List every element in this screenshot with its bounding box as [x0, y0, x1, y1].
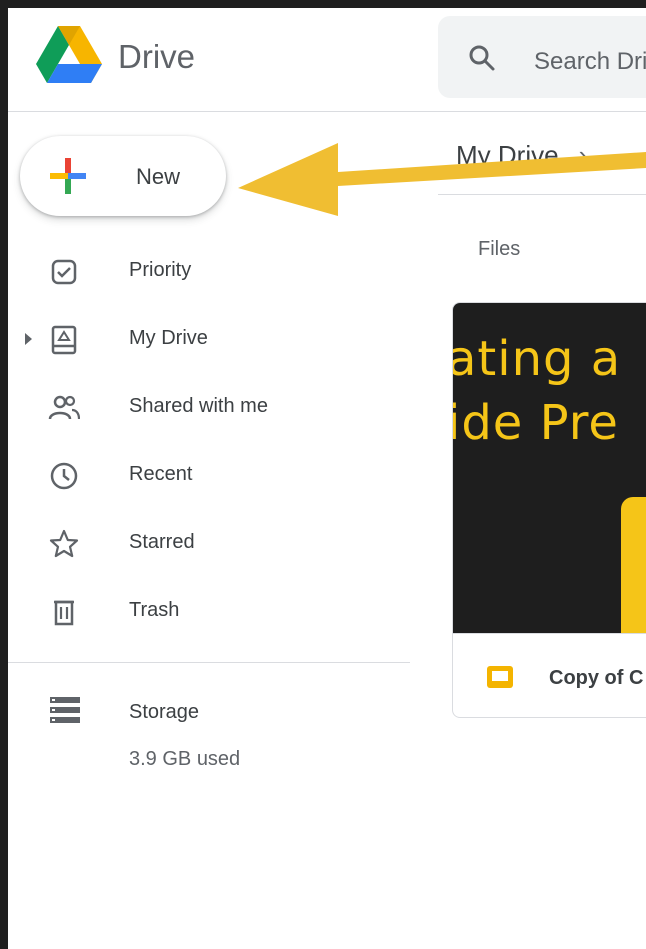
- sidebar-item-starred[interactable]: Starred: [8, 516, 428, 572]
- storage-icon: [50, 697, 80, 723]
- file-card[interactable]: ating a ide Pre Copy of C: [452, 302, 646, 718]
- sidebar-item-label: My Drive: [129, 327, 208, 349]
- trash-icon: [54, 600, 74, 626]
- expand-caret-icon[interactable]: [25, 333, 32, 345]
- search-icon[interactable]: [468, 44, 496, 72]
- storage-label[interactable]: Storage: [129, 701, 199, 724]
- breadcrumb-my-drive[interactable]: My Drive: [456, 140, 559, 170]
- my-drive-icon: [51, 325, 77, 355]
- drive-window: Drive Search Drive New Priority: [8, 8, 646, 949]
- thumbnail-text-line2: ide Pre: [453, 395, 619, 451]
- sidebar-item-label: Starred: [129, 531, 195, 553]
- thumbnail-shape: [621, 497, 646, 633]
- section-heading-files: Files: [478, 238, 521, 260]
- search-input[interactable]: Search Drive: [534, 48, 646, 76]
- clock-icon: [50, 462, 78, 490]
- new-button-label: New: [136, 164, 181, 189]
- toolbar-divider: [438, 194, 646, 195]
- plus-icon: [50, 158, 86, 194]
- file-name[interactable]: Copy of C: [549, 667, 643, 690]
- file-card-footer[interactable]: Copy of C: [453, 633, 646, 717]
- chevron-right-icon: ›: [578, 140, 588, 170]
- breadcrumb[interactable]: My Drive ›: [456, 140, 587, 171]
- slides-icon: [487, 666, 513, 688]
- top-bar: Drive Search Drive: [8, 8, 646, 112]
- star-icon: [49, 529, 79, 558]
- app-title: Drive: [118, 38, 196, 75]
- priority-check-icon: [51, 259, 77, 285]
- sidebar-item-label: Shared with me: [129, 395, 268, 417]
- sidebar-item-label: Priority: [129, 259, 192, 281]
- storage-used-text: 3.9 GB used: [129, 748, 241, 770]
- drive-logo-icon[interactable]: [36, 26, 102, 86]
- sidebar-item-trash[interactable]: Trash: [8, 584, 428, 640]
- search-box[interactable]: Search Drive: [438, 16, 646, 98]
- sidebar-item-label: Recent: [129, 463, 193, 485]
- sidebar-item-shared-with-me[interactable]: Shared with me: [8, 380, 428, 436]
- file-thumbnail[interactable]: ating a ide Pre: [453, 303, 646, 633]
- new-button[interactable]: New: [20, 136, 226, 216]
- shared-people-icon: [48, 395, 80, 420]
- sidebar-divider: [8, 662, 410, 663]
- sidebar-item-priority[interactable]: Priority: [8, 244, 428, 300]
- sidebar-item-my-drive[interactable]: My Drive: [8, 312, 428, 368]
- thumbnail-text-line1: ating a: [453, 331, 622, 387]
- sidebar-item-label: Trash: [129, 599, 180, 621]
- sidebar-item-recent[interactable]: Recent: [8, 448, 428, 504]
